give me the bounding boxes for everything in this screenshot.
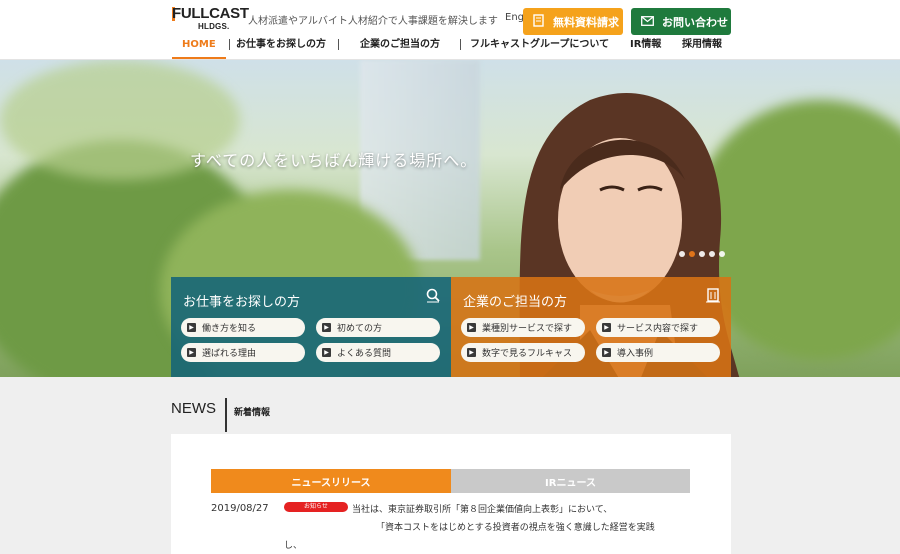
link-label: 数字で見るフルキャス <box>482 349 573 359</box>
news-container <box>171 434 731 554</box>
free-document-request-label: 無料資料請求 <box>553 15 619 29</box>
contact-label: お問い合わせ <box>662 15 728 29</box>
link-service-by-industry[interactable]: ▶ 業種別サービスで探す <box>461 318 585 337</box>
slider-dot-active[interactable] <box>689 251 695 257</box>
language-link[interactable]: Eng <box>505 12 524 23</box>
link-case-studies[interactable]: ▶ 導入事例 <box>596 343 720 362</box>
link-label: 導入事例 <box>617 349 654 359</box>
link-work-style[interactable]: ▶ 働き方を知る <box>181 318 305 337</box>
news-item-category-badge: お知らせ <box>284 502 348 512</box>
slider-dot[interactable] <box>699 251 705 257</box>
companies-panel-title[interactable]: 企業のご担当の方 <box>463 291 567 310</box>
tab-ir-news[interactable]: IRニュース <box>451 469 690 493</box>
logo-wordmark: FULLCAST <box>172 5 249 22</box>
header-tagline: 人材派遣やアルバイト人材紹介で人事課題を解決します <box>248 16 498 27</box>
link-label: 業種別サービスで探す <box>482 324 573 334</box>
link-fullcast-by-numbers[interactable]: ▶ 数字で見るフルキャス <box>461 343 585 362</box>
link-label: 初めての方 <box>337 324 383 334</box>
logo-subtext: HLDGS. <box>198 22 230 31</box>
slider-dot[interactable] <box>719 251 725 257</box>
arrow-right-icon: ▶ <box>602 348 611 357</box>
link-label: 選ばれる理由 <box>202 349 257 359</box>
free-document-request-button[interactable]: 無料資料請求 <box>523 8 623 35</box>
nav-item-companies[interactable]: 企業のご担当の方 <box>360 37 440 59</box>
hero-catchphrase: すべての人をいちばん輝ける場所へ。 <box>190 151 478 170</box>
companies-panel: 企業のご担当の方 ▶ 業種別サービスで探す ▶ サービス内容で探す ▶ 数字で見るフル… <box>451 277 731 377</box>
link-label: サービス内容で探す <box>617 324 699 334</box>
nav-item-recruit[interactable]: 採用情報 <box>682 37 722 59</box>
nav-item-ir[interactable]: IR情報 <box>630 37 661 59</box>
news-item-text-line3[interactable]: し、 <box>284 538 302 551</box>
slider-dot[interactable] <box>709 251 715 257</box>
contact-button[interactable]: お問い合わせ <box>631 8 731 35</box>
document-icon <box>533 13 545 30</box>
mail-icon <box>641 15 654 29</box>
news-subheading: 新着情報 <box>234 408 271 418</box>
building-icon <box>706 288 720 303</box>
site-header: FULLCAST HLDGS. 人材派遣やアルバイト人材紹介で人事課題を解決しま… <box>0 0 900 60</box>
nav-separator <box>460 39 461 50</box>
link-first-time[interactable]: ▶ 初めての方 <box>316 318 440 337</box>
arrow-right-icon: ▶ <box>187 323 196 332</box>
nav-item-home[interactable]: HOME <box>182 37 216 59</box>
link-reasons[interactable]: ▶ 選ばれる理由 <box>181 343 305 362</box>
nav-item-about-group[interactable]: フルキャストグループについて <box>470 37 609 59</box>
news-heading-divider <box>225 398 227 432</box>
arrow-right-icon: ▶ <box>467 323 476 332</box>
arrow-right-icon: ▶ <box>467 348 476 357</box>
news-item-text-line1[interactable]: 当社は、東京証券取引所「第８回企業価値向上表彰」において、 <box>352 502 612 515</box>
tab-news-release[interactable]: ニュースリリース <box>211 469 451 493</box>
job-seekers-panel-title[interactable]: お仕事をお探しの方 <box>183 291 300 310</box>
link-service-by-content[interactable]: ▶ サービス内容で探す <box>596 318 720 337</box>
link-label: 働き方を知る <box>202 324 257 334</box>
link-faq[interactable]: ▶ よくある質問 <box>316 343 440 362</box>
arrow-right-icon: ▶ <box>602 323 611 332</box>
search-icon <box>426 288 440 303</box>
link-label: よくある質問 <box>337 349 392 359</box>
slider-pagination <box>679 251 725 257</box>
nav-separator <box>229 39 230 50</box>
news-item-date: 2019/08/27 <box>211 503 269 514</box>
slider-dot[interactable] <box>679 251 685 257</box>
news-item-text-line2[interactable]: 「資本コストをはじめとする投資者の視点を強く意識した経営を実践 <box>376 520 655 533</box>
job-seekers-panel: お仕事をお探しの方 ▶ 働き方を知る ▶ 初めての方 ▶ 選ばれる理由 ▶ よくある質問 <box>171 277 451 377</box>
nav-separator <box>338 39 339 50</box>
nav-item-job-seekers[interactable]: お仕事をお探しの方 <box>236 37 326 59</box>
arrow-right-icon: ▶ <box>187 348 196 357</box>
arrow-right-icon: ▶ <box>322 323 331 332</box>
news-heading: NEWS <box>171 400 216 417</box>
nav-active-underline <box>172 57 226 59</box>
arrow-right-icon: ▶ <box>322 348 331 357</box>
